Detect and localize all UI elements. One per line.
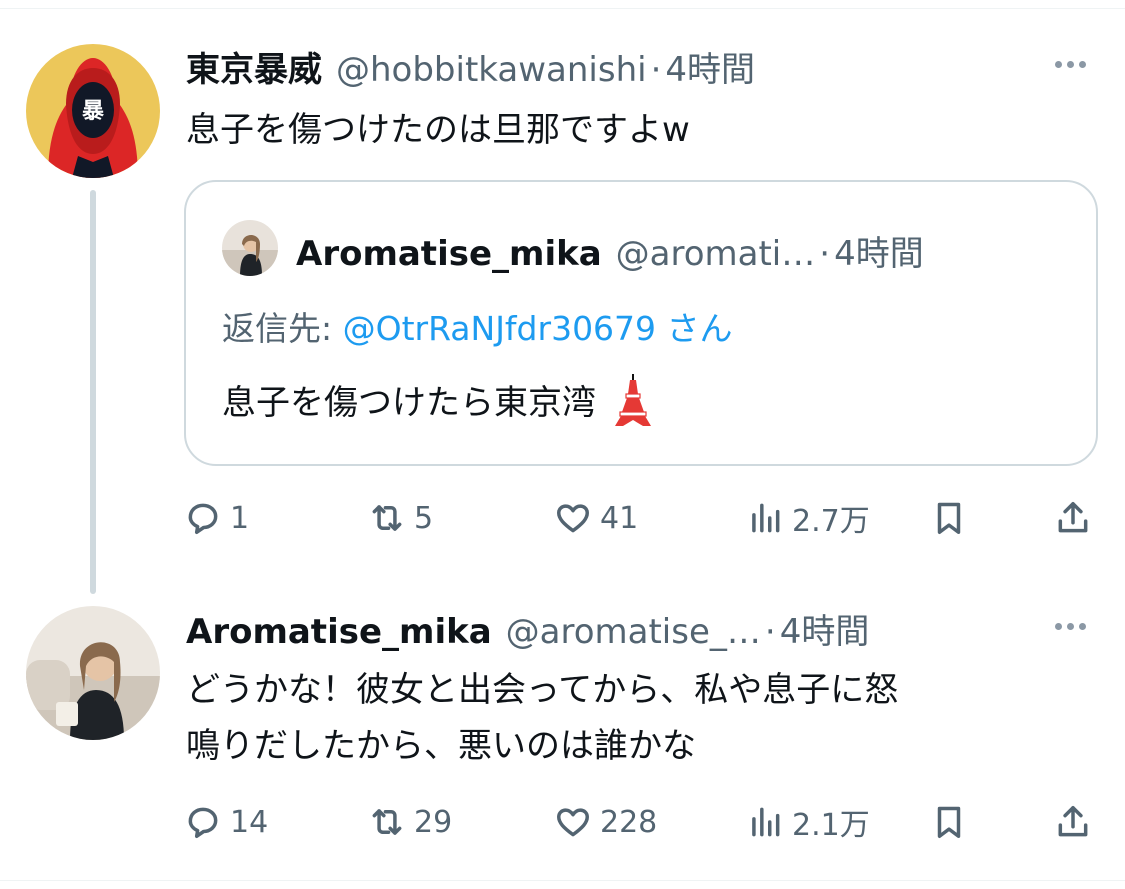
retweet-button[interactable]: 5 [368, 494, 433, 542]
reply-button[interactable]: 1 [184, 494, 249, 542]
bookmark-button[interactable] [930, 494, 968, 542]
bookmark-icon [937, 502, 961, 534]
reply-count: 14 [230, 804, 269, 840]
share-icon [1058, 502, 1088, 533]
tweet-actions-bar: 1 5 41 2.7万 [184, 494, 1096, 542]
more-options-button[interactable] [1050, 618, 1090, 634]
separator: · [650, 50, 662, 90]
share-icon [1058, 806, 1088, 837]
tweet-header: Aromatise_mika @aromatise_… · 4時間 [186, 604, 869, 653]
like-button[interactable]: 41 [554, 494, 638, 542]
reply-to-label: 返信先: [222, 309, 343, 348]
tweet-text: 息子を傷つけたのは旦那ですよw [186, 110, 690, 150]
views-bar-chart-icon [752, 503, 780, 533]
like-count: 228 [600, 804, 658, 840]
reply-icon [188, 503, 218, 534]
quoted-tweet-header: Aromatise_mika @aromati… · 4時間 [296, 226, 924, 275]
display-name[interactable]: 東京暴威 [186, 42, 322, 91]
more-dot-icon [1066, 60, 1074, 68]
timestamp[interactable]: 4時間 [780, 604, 870, 653]
tweet-text-line: 鳴りだしたから、悪いのは誰かな [186, 726, 696, 766]
reply-icon [188, 807, 218, 838]
tweet-actions-bar: 14 29 228 2.1万 [184, 798, 1096, 846]
more-options-button[interactable] [1050, 56, 1090, 72]
timestamp[interactable]: 4時間 [665, 42, 755, 91]
bookmark-icon [937, 806, 961, 838]
handle[interactable]: @hobbitkawanishi [322, 50, 647, 90]
thread-connector [90, 190, 96, 594]
reply-button[interactable]: 14 [184, 798, 268, 846]
bottom-divider [0, 880, 1125, 881]
retweet-icon [372, 809, 402, 835]
more-dot-icon [1054, 60, 1062, 68]
view-count: 2.1万 [792, 808, 870, 843]
reply-count: 1 [230, 500, 250, 536]
retweet-button[interactable]: 29 [368, 798, 452, 846]
tweet-header: 東京暴威 @hobbitkawanishi · 4時間 [186, 42, 755, 91]
avatar[interactable]: 暴 [26, 44, 160, 178]
views-button[interactable]: 2.1万 [746, 798, 870, 846]
more-dot-icon [1066, 622, 1074, 630]
tokyo-tower-icon [614, 374, 651, 426]
view-count: 2.7万 [792, 504, 870, 539]
handle[interactable]: @aromatise_… [492, 612, 761, 652]
retweet-count: 29 [414, 804, 453, 840]
display-name[interactable]: Aromatise_mika [186, 612, 492, 652]
more-dot-icon [1054, 622, 1062, 630]
avatar-glyph: 暴 [81, 99, 105, 124]
quoted-tweet-text-line: 息子を傷つけたら東京湾 🗼 [222, 372, 655, 431]
separator: · [819, 234, 831, 274]
bookmark-button[interactable] [930, 798, 968, 846]
retweet-count: 5 [414, 500, 434, 536]
like-button[interactable]: 228 [554, 798, 657, 846]
share-button[interactable] [1054, 494, 1092, 542]
reply-to-mention-link[interactable]: @OtrRaNJfdr30679 さん [343, 309, 733, 348]
quoted-avatar [222, 220, 278, 276]
more-dot-icon [1078, 60, 1086, 68]
quoted-timestamp[interactable]: 4時間 [834, 226, 924, 275]
top-divider [0, 8, 1125, 9]
views-button[interactable]: 2.7万 [746, 494, 870, 542]
quoted-display-name[interactable]: Aromatise_mika [296, 234, 602, 274]
reply-to-line: 返信先: @OtrRaNJfdr30679 さん [222, 302, 733, 350]
quoted-handle[interactable]: @aromati… [602, 234, 816, 274]
share-button[interactable] [1054, 798, 1092, 846]
more-dot-icon [1078, 622, 1086, 630]
avatar[interactable] [26, 606, 160, 740]
tweet-text-line: どうかな！彼女と出会ってから、私や息子に怒 [186, 670, 899, 710]
heart-icon [557, 504, 589, 533]
retweet-icon [372, 505, 402, 531]
heart-icon [557, 808, 589, 837]
quoted-tweet-text: 息子を傷つけたら東京湾 [222, 383, 596, 423]
separator: · [764, 612, 776, 652]
views-bar-chart-icon [752, 807, 780, 837]
like-count: 41 [600, 500, 639, 536]
